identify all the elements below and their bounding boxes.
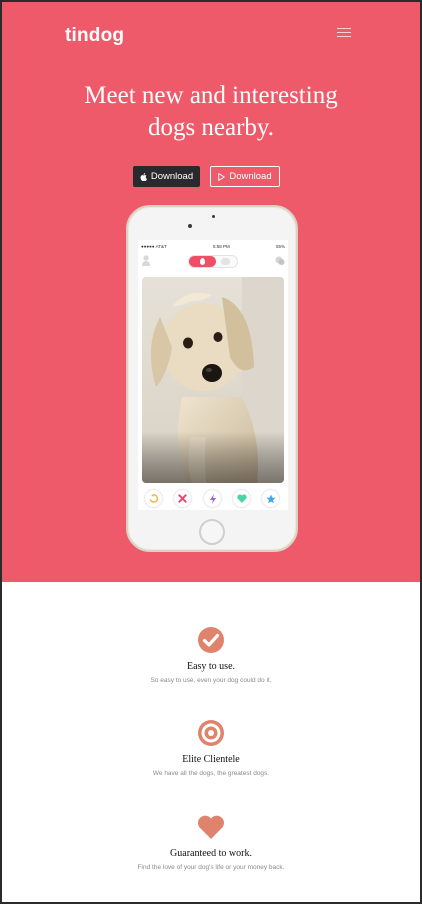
feature-guaranteed: Guaranteed to work. Find the love of you… <box>2 813 420 871</box>
feature-title: Guaranteed to work. <box>170 848 252 859</box>
profile-icon[interactable] <box>142 255 150 266</box>
feature-description: We have all the dogs, the greatest dogs. <box>152 770 270 777</box>
status-battery: 55% <box>275 243 285 249</box>
phone-speaker <box>212 215 215 218</box>
star-icon <box>265 494 276 503</box>
lightning-icon <box>209 493 216 504</box>
feature-description: So easy to use, even your dog could do i… <box>150 677 272 684</box>
google-play-icon <box>218 172 226 181</box>
dog-photo <box>142 277 284 483</box>
boost-button[interactable] <box>204 490 221 507</box>
check-circle-icon <box>198 627 224 653</box>
feature-title: Elite Clientele <box>182 754 240 765</box>
chat-bubbles-icon[interactable] <box>275 256 285 266</box>
apple-icon <box>140 172 147 181</box>
download-apple-button[interactable]: Download <box>133 166 200 187</box>
hero-headline: Meet new and interesting dogs nearby. <box>2 80 420 144</box>
download-apple-label: Download <box>150 171 194 182</box>
phone-status-bar: ●●●●● AT&T 5:58 PM 55% <box>138 240 288 252</box>
rewind-button[interactable] <box>145 490 162 507</box>
app-mode-toggle[interactable] <box>188 255 238 268</box>
bullseye-icon <box>198 720 224 746</box>
download-play-button[interactable]: Download <box>210 166 280 187</box>
phone-screen: ●●●●● AT&T 5:58 PM 55% <box>138 240 288 510</box>
headline-line-1: Meet new and interesting <box>84 82 338 109</box>
status-carrier: ●●●●● AT&T <box>141 243 167 249</box>
rewind-icon <box>149 494 158 503</box>
hero-section: tindog Meet new and interesting dogs nea… <box>2 2 420 582</box>
phone-home-button <box>199 519 225 545</box>
super-like-button[interactable] <box>262 490 279 507</box>
download-play-label: Download <box>229 171 272 182</box>
like-button[interactable] <box>233 490 250 507</box>
phone-camera <box>188 224 192 228</box>
app-topbar <box>138 252 288 272</box>
dog-profile-card[interactable] <box>142 277 284 483</box>
chat-toggle-icon[interactable] <box>221 258 230 265</box>
heart-icon <box>236 494 247 503</box>
heart-icon <box>197 815 225 839</box>
menu-toggle-icon[interactable] <box>337 28 351 40</box>
headline-line-2: dogs nearby. <box>147 114 275 141</box>
action-buttons-row <box>138 490 288 508</box>
flame-toggle-icon[interactable] <box>189 256 216 267</box>
feature-elite-clientele: Elite Clientele We have all the dogs, th… <box>2 719 420 777</box>
feature-title: Easy to use. <box>186 661 236 672</box>
feature-easy-to-use: Easy to use. So easy to use, even your d… <box>2 626 420 684</box>
brand-logo[interactable]: tindog <box>65 25 124 47</box>
status-time: 5:58 PM <box>212 243 230 249</box>
feature-description: Find the love of your dog's life or your… <box>137 864 285 871</box>
close-icon <box>178 494 187 503</box>
phone-mockup: ●●●●● AT&T 5:58 PM 55% <box>126 205 298 552</box>
page: tindog Meet new and interesting dogs nea… <box>0 0 422 904</box>
nope-button[interactable] <box>174 490 191 507</box>
